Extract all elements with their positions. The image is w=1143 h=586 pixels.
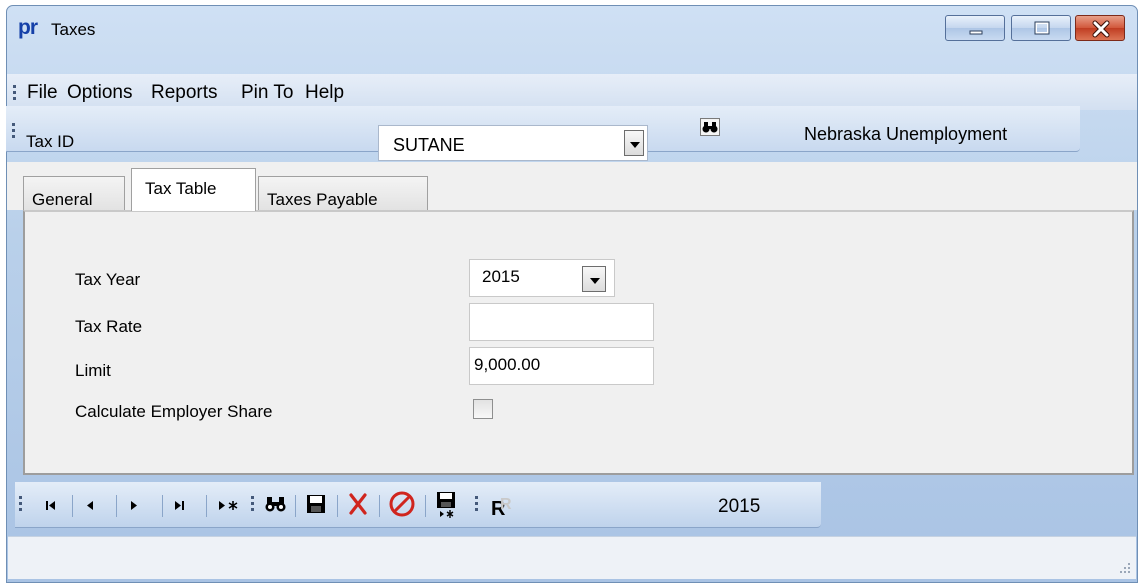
employer-share-checkbox[interactable] bbox=[473, 399, 493, 419]
tax-id-description: Nebraska Unemployment bbox=[804, 124, 1008, 144]
toolbar-separator bbox=[206, 495, 207, 517]
toolbar-grip[interactable] bbox=[251, 496, 255, 514]
menu-options[interactable]: Options bbox=[67, 82, 132, 104]
cancel-button[interactable] bbox=[385, 482, 419, 526]
tax-id-dropdown-button[interactable] bbox=[624, 130, 644, 156]
previous-record-icon bbox=[87, 501, 93, 510]
tab-tax-table-label: Tax Table bbox=[145, 179, 217, 198]
title-bar[interactable]: pr Taxes bbox=[7, 6, 1137, 54]
limit-label: Limit bbox=[75, 361, 111, 380]
delete-icon bbox=[349, 493, 367, 515]
svg-text:R: R bbox=[500, 496, 512, 513]
toolbar-separator bbox=[379, 495, 380, 517]
tax-year-value: 2015 bbox=[482, 267, 520, 286]
last-record-icon bbox=[175, 501, 184, 510]
toolbar-separator bbox=[337, 495, 338, 517]
report-icon: R R bbox=[491, 496, 512, 520]
menu-bar: File Options Reports Pin To Help bbox=[7, 74, 1137, 110]
tax-rate-label: Tax Rate bbox=[75, 317, 143, 336]
tab-general[interactable]: General bbox=[23, 176, 125, 211]
resize-grip-icon[interactable] bbox=[1118, 561, 1132, 575]
tab-taxes-payable-label: Taxes Payable bbox=[267, 190, 378, 209]
first-record-button[interactable] bbox=[35, 482, 65, 526]
menu-pin-to[interactable]: Pin To bbox=[241, 82, 293, 104]
last-record-button[interactable] bbox=[165, 482, 195, 526]
menu-reports[interactable]: Reports bbox=[151, 82, 218, 104]
limit-value: 9,000.00 bbox=[474, 355, 541, 374]
tab-general-label: General bbox=[32, 190, 93, 209]
tax-year-combobox[interactable]: 2015 bbox=[469, 259, 615, 297]
new-record-icon bbox=[219, 501, 238, 510]
minimize-button[interactable] bbox=[945, 15, 1005, 41]
menu-grip[interactable] bbox=[13, 85, 17, 103]
toolbar-grip[interactable] bbox=[475, 496, 479, 514]
tax-year-dropdown-button[interactable] bbox=[582, 266, 606, 292]
status-bar bbox=[8, 536, 1136, 579]
tax-rate-input[interactable] bbox=[469, 303, 654, 341]
employer-share-label: Calculate Employer Share bbox=[75, 402, 273, 421]
save-icon bbox=[307, 495, 325, 513]
toolbar-separator bbox=[425, 495, 426, 517]
next-record-icon bbox=[131, 501, 137, 510]
tab-tax-table[interactable]: Tax Table bbox=[131, 168, 256, 211]
find-button[interactable] bbox=[261, 482, 291, 526]
previous-record-button[interactable] bbox=[75, 482, 105, 526]
tab-taxes-payable[interactable]: Taxes Payable bbox=[258, 176, 428, 211]
first-record-icon bbox=[46, 501, 55, 510]
toolbar-separator bbox=[295, 495, 296, 517]
next-record-button[interactable] bbox=[119, 482, 149, 526]
delete-button[interactable] bbox=[343, 482, 373, 526]
tax-id-combobox[interactable]: SUTANE bbox=[378, 125, 648, 161]
toolbar-year: 2015 bbox=[718, 496, 761, 517]
maximize-button[interactable] bbox=[1011, 15, 1071, 41]
find-tax-id-button[interactable] bbox=[700, 118, 720, 136]
toolbar-grip[interactable] bbox=[19, 496, 23, 514]
tax-table-panel bbox=[23, 210, 1134, 475]
tax-id-label: Tax ID bbox=[26, 132, 75, 151]
tax-id-value: SUTANE bbox=[393, 135, 465, 155]
navigation-toolbar: R R bbox=[15, 482, 821, 528]
toolbar-separator bbox=[116, 495, 117, 517]
chevron-down-icon bbox=[590, 278, 600, 284]
binoculars-icon bbox=[265, 497, 286, 512]
close-button[interactable] bbox=[1075, 15, 1125, 41]
menu-file[interactable]: File bbox=[27, 82, 58, 104]
maximize-icon bbox=[1034, 21, 1050, 35]
minimize-icon bbox=[969, 30, 983, 35]
toolbar-separator bbox=[72, 495, 73, 517]
chevron-down-icon bbox=[630, 142, 640, 148]
save-new-icon bbox=[437, 492, 455, 518]
close-icon bbox=[1092, 20, 1110, 38]
window-title: Taxes bbox=[51, 20, 96, 39]
report-button[interactable]: R R bbox=[485, 482, 519, 526]
app-logo: pr bbox=[18, 16, 38, 39]
tax-id-grip[interactable] bbox=[12, 123, 16, 141]
binoculars-icon bbox=[702, 122, 718, 133]
new-record-button[interactable] bbox=[211, 482, 245, 526]
tax-year-label: Tax Year bbox=[75, 270, 141, 289]
save-new-button[interactable] bbox=[431, 482, 461, 526]
toolbar-separator bbox=[162, 495, 163, 517]
save-button[interactable] bbox=[301, 482, 331, 526]
cancel-icon bbox=[389, 491, 415, 517]
limit-input[interactable]: 9,000.00 bbox=[469, 347, 654, 385]
menu-help[interactable]: Help bbox=[305, 82, 344, 104]
